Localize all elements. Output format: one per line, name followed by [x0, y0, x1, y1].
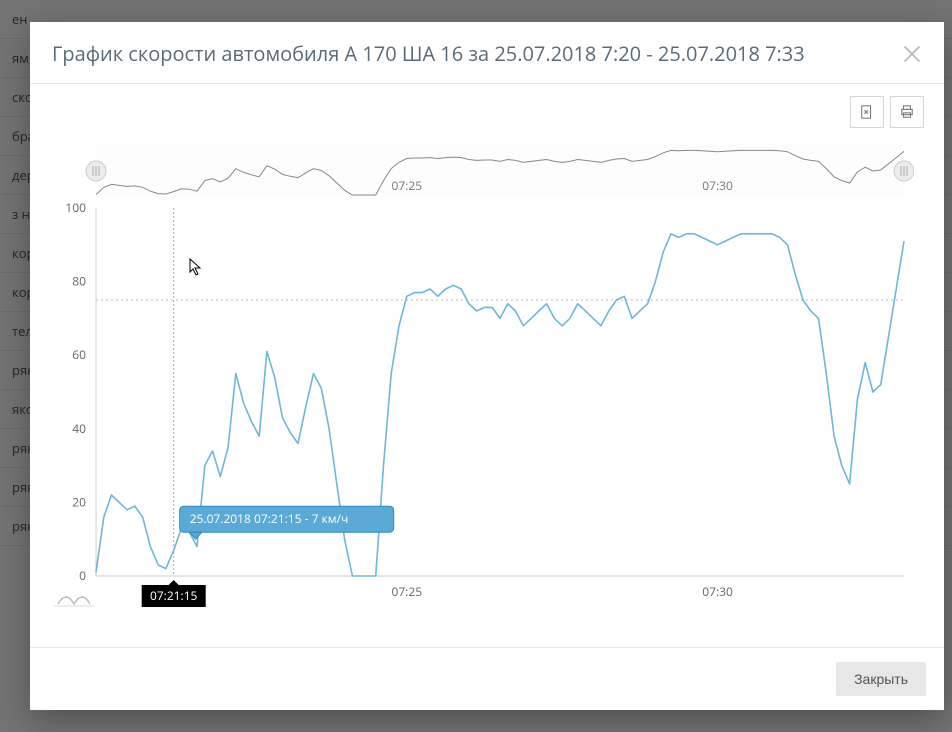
modal-header: График скорости автомобиля А 170 ША 16 з… — [30, 22, 944, 84]
svg-text:07:25: 07:25 — [391, 583, 422, 600]
svg-text:07:21:15: 07:21:15 — [150, 587, 198, 604]
svg-text:07:30: 07:30 — [702, 177, 733, 194]
speed-line-chart[interactable]: 07:25 07:30 0 20 40 60 80 100 07:25 07:30 07:21:15… — [44, 138, 914, 618]
svg-text:20: 20 — [72, 493, 86, 510]
export-excel-button[interactable] — [850, 96, 884, 128]
modal-footer: Закрыть — [30, 647, 944, 710]
svg-text:60: 60 — [72, 346, 86, 363]
svg-text:25.07.2018 07:21:15 - 7 км/ч: 25.07.2018 07:21:15 - 7 км/ч — [190, 510, 349, 527]
speed-chart-modal: График скорости автомобиля А 170 ША 16 з… — [30, 22, 944, 710]
chart-container: 07:25 07:30 0 20 40 60 80 100 07:25 07:30 07:21:15… — [44, 138, 930, 623]
svg-text:80: 80 — [72, 273, 86, 290]
svg-text:40: 40 — [72, 420, 86, 437]
close-icon[interactable] — [902, 44, 922, 64]
svg-text:100: 100 — [65, 199, 86, 216]
svg-text:07:30: 07:30 — [702, 583, 733, 600]
chart-toolbar — [44, 92, 930, 138]
close-button[interactable]: Закрыть — [836, 662, 926, 696]
modal-body: 07:25 07:30 0 20 40 60 80 100 07:25 07:30 07:21:15… — [30, 84, 944, 647]
modal-title: График скорости автомобиля А 170 ША 16 з… — [52, 40, 805, 67]
svg-text:07:25: 07:25 — [391, 177, 422, 194]
svg-text:0: 0 — [79, 567, 86, 584]
print-button[interactable] — [890, 96, 924, 128]
